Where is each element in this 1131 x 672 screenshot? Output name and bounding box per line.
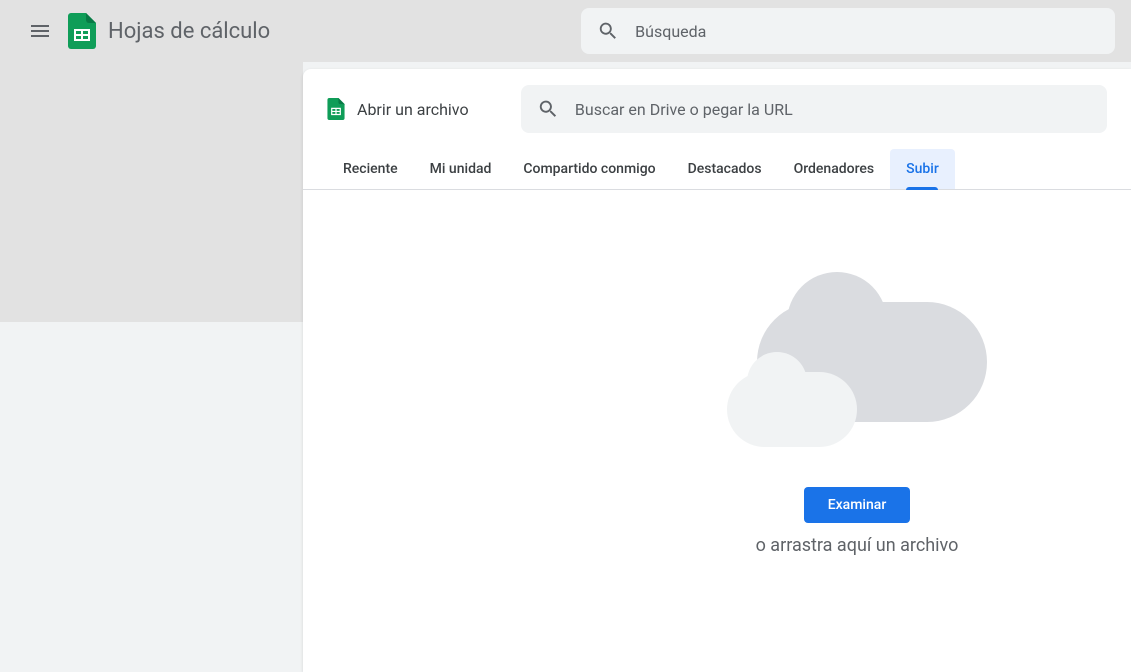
search-icon xyxy=(537,97,559,121)
cloud-icon xyxy=(727,302,987,447)
background-strip xyxy=(0,62,303,322)
dialog-search-input[interactable] xyxy=(575,100,1091,119)
upload-area[interactable]: Examinar o arrastra aquí un archivo xyxy=(303,190,1131,668)
header-search-input[interactable] xyxy=(635,22,1099,41)
sheets-small-icon xyxy=(327,98,345,120)
tab-computers[interactable]: Ordenadores xyxy=(778,149,891,189)
browse-button[interactable]: Examinar xyxy=(804,487,911,523)
drag-instruction: o arrastra aquí un archivo xyxy=(756,535,959,556)
open-file-dialog: Abrir un archivo Reciente Mi unidad Comp… xyxy=(303,69,1131,672)
tab-upload[interactable]: Subir xyxy=(890,149,955,189)
dialog-title: Abrir un archivo xyxy=(357,100,469,119)
app-header: Hojas de cálculo xyxy=(0,0,1131,62)
sheets-logo[interactable] xyxy=(68,13,96,49)
dialog-tabs: Reciente Mi unidad Compartido conmigo De… xyxy=(303,149,1131,190)
search-icon xyxy=(597,19,619,43)
menu-icon xyxy=(28,19,52,43)
tab-starred[interactable]: Destacados xyxy=(672,149,778,189)
tab-shared[interactable]: Compartido conmigo xyxy=(507,149,671,189)
app-title: Hojas de cálculo xyxy=(108,19,270,44)
sheets-icon xyxy=(68,13,96,49)
menu-button[interactable] xyxy=(16,7,64,55)
tab-my-drive[interactable]: Mi unidad xyxy=(414,149,508,189)
dialog-title-area: Abrir un archivo xyxy=(327,98,469,120)
dialog-header: Abrir un archivo xyxy=(303,69,1131,149)
header-search[interactable] xyxy=(581,8,1115,54)
tab-recent[interactable]: Reciente xyxy=(327,149,414,189)
dialog-search[interactable] xyxy=(521,85,1107,133)
